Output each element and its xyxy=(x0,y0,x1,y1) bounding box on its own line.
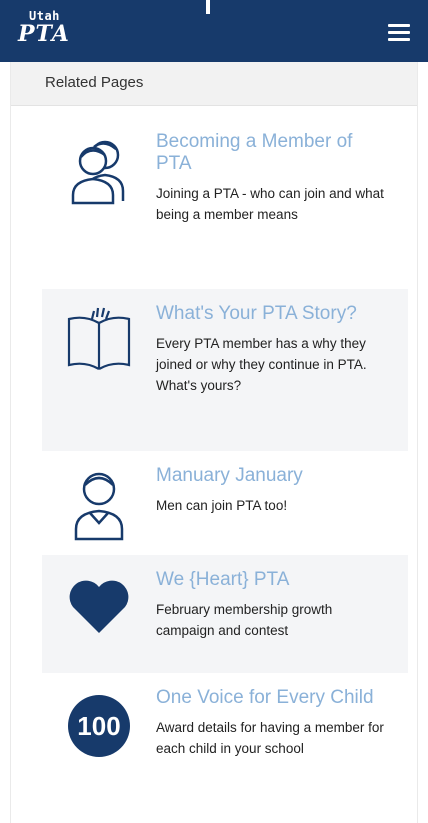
list-item[interactable]: Becoming a Member of PTA Joining a PTA -… xyxy=(42,117,408,289)
item-title-link[interactable]: What's Your PTA Story? xyxy=(156,303,392,325)
badge-100-icon: 100 xyxy=(42,687,156,811)
list-item[interactable]: Manuary January Men can join PTA too! xyxy=(42,451,408,555)
item-description: Every PTA member has a why they joined o… xyxy=(156,336,367,393)
list-item[interactable]: What's Your PTA Story? Every PTA member … xyxy=(42,289,408,451)
open-book-icon xyxy=(42,303,156,439)
section-title: Related Pages xyxy=(11,62,417,106)
heart-icon xyxy=(42,569,156,661)
logo-pta-text: PTA xyxy=(18,21,70,47)
item-title-link[interactable]: One Voice for Every Child xyxy=(156,687,392,709)
person-icon xyxy=(42,465,156,543)
item-description: Award details for having a member for ea… xyxy=(156,720,384,756)
item-description: Men can join PTA too! xyxy=(156,498,288,513)
two-people-icon xyxy=(42,131,156,277)
utah-pta-logo[interactable]: Utah PTA xyxy=(18,10,70,46)
badge-100-text: 100 xyxy=(68,695,130,757)
item-description: February membership growth campaign and … xyxy=(156,602,333,638)
item-title-link[interactable]: Manuary January xyxy=(156,465,392,487)
item-title-link[interactable]: Becoming a Member of PTA xyxy=(156,131,392,175)
header-tab xyxy=(210,0,224,16)
related-pages-list: Becoming a Member of PTA Joining a PTA -… xyxy=(42,117,408,823)
list-item[interactable]: We {Heart} PTA February membership growt… xyxy=(42,555,408,673)
item-title-link[interactable]: We {Heart} PTA xyxy=(156,569,392,591)
list-item[interactable]: 100 One Voice for Every Child Award deta… xyxy=(42,673,408,823)
item-description: Joining a PTA - who can join and what be… xyxy=(156,186,384,222)
hamburger-menu-icon[interactable] xyxy=(388,24,410,41)
